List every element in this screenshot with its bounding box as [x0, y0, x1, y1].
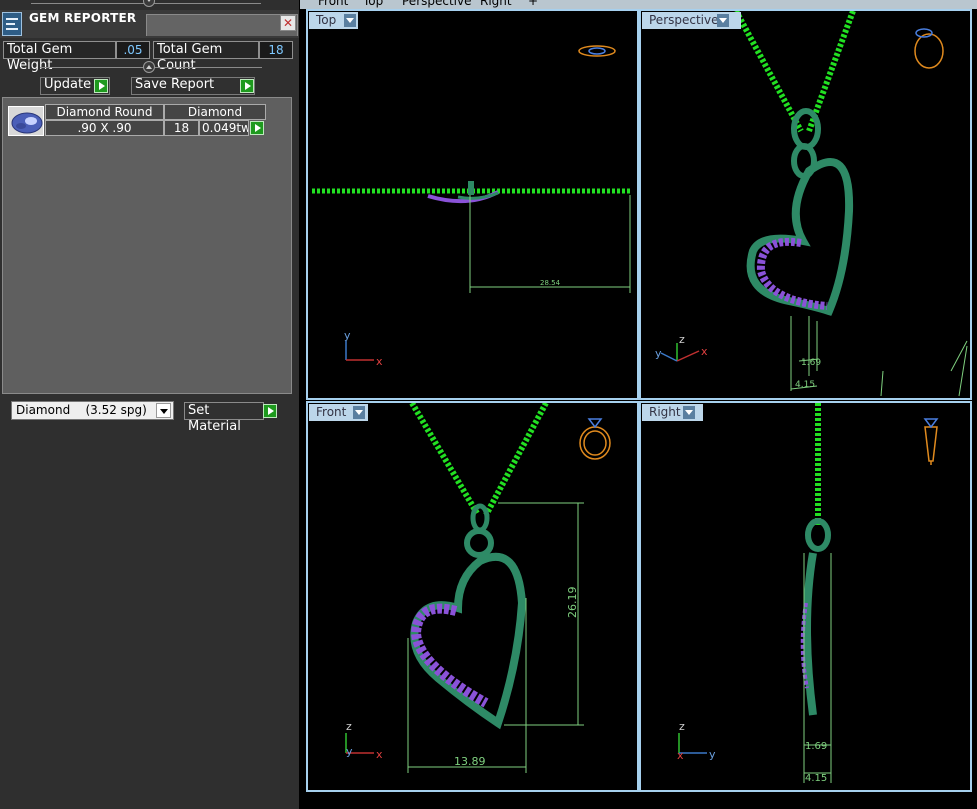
collapse-middle-knob[interactable] — [143, 61, 155, 73]
viewport-top-menu-icon[interactable] — [344, 14, 356, 27]
gem-reporter-icon — [2, 12, 22, 36]
viewport-perspective-menu-icon[interactable] — [717, 14, 729, 27]
right-axes-gizmo: z x y — [677, 720, 716, 762]
svg-text:y: y — [709, 748, 716, 761]
front-axes-gizmo: z y x — [345, 720, 383, 761]
perspective-chain-left — [733, 11, 804, 133]
front-chain-left — [409, 403, 481, 517]
perspective-dimension-a: 1.69 — [801, 358, 821, 368]
tab-front[interactable]: Front — [318, 0, 348, 8]
perspective-dimension-lines — [790, 316, 968, 397]
right-pendant — [803, 552, 817, 716]
total-gem-weight-value: .05 — [116, 41, 150, 59]
front-dimension-lines — [407, 502, 584, 773]
set-material-label: Set Material — [188, 403, 241, 434]
svg-text:z: z — [346, 720, 352, 733]
chevron-down-icon[interactable] — [156, 403, 171, 418]
top-axes-gizmo: y x — [344, 329, 383, 368]
perspective-dimension-b: 4.15 — [795, 380, 815, 390]
add-tab-icon[interactable]: + — [528, 0, 538, 8]
tab-perspective[interactable]: Perspective — [402, 0, 472, 8]
top-dimension-text: 28.54 — [540, 279, 561, 287]
set-material-run-icon[interactable] — [263, 404, 277, 418]
panel-title: GEM REPORTER — [29, 11, 137, 25]
gem-weight-cell: 0.049tw — [199, 120, 249, 136]
viewport-right[interactable]: 1.69 4.15 z x y Right — [639, 401, 972, 792]
update-button-label: Update — [44, 77, 92, 92]
svg-text:y: y — [344, 329, 351, 342]
svg-text:x: x — [376, 355, 383, 368]
total-gem-count-label: Total Gem Count — [153, 41, 259, 73]
ring-front-icon — [579, 418, 611, 460]
save-report-label: Save Report — [135, 77, 215, 92]
svg-text:y: y — [655, 347, 662, 360]
viewport-front[interactable]: 26.19 13.89 z y x Front — [306, 401, 639, 792]
set-material-button[interactable]: Set Material — [184, 402, 264, 434]
tab-top[interactable]: Top — [363, 0, 383, 8]
diamond-round-thumbnail[interactable] — [8, 106, 44, 136]
svg-text:x: x — [701, 345, 708, 358]
viewport-tab-strip: Front Top Perspective Right + — [300, 0, 977, 9]
perspective-axes-gizmo: z y x — [655, 333, 708, 362]
material-select-value: Diamond (3.52 spg) — [16, 403, 147, 417]
total-gem-count-value: 18 — [259, 41, 293, 59]
front-chain-right — [483, 403, 549, 517]
total-gem-weight-label: Total Gem Weight — [3, 41, 116, 73]
right-dimension-a: 1.69 — [805, 741, 827, 752]
gem-size-cell: .90 X .90 — [45, 120, 164, 136]
svg-text:x: x — [677, 749, 684, 762]
panel-tab — [146, 14, 298, 36]
svg-text:y: y — [346, 745, 353, 758]
right-dimension-b: 4.15 — [805, 773, 827, 784]
gem-shape-header: Diamond Round — [45, 104, 164, 120]
viewport-top[interactable]: 28.54 y x Top — [306, 9, 639, 400]
ring-top-icon — [578, 45, 616, 57]
update-run-icon[interactable] — [94, 79, 108, 93]
gem-material-header: Diamond — [164, 104, 266, 120]
tab-right[interactable]: Right — [480, 0, 512, 8]
ring-perspective-icon — [914, 28, 944, 69]
save-report-run-icon[interactable] — [240, 79, 254, 93]
viewport-right-menu-icon[interactable] — [683, 406, 695, 419]
close-icon[interactable]: ✕ — [280, 15, 296, 31]
viewport-front-menu-icon[interactable] — [353, 406, 365, 419]
svg-text:x: x — [376, 748, 383, 761]
material-select[interactable]: Diamond (3.52 spg) — [11, 401, 174, 420]
gem-count-cell: 18 — [164, 120, 199, 136]
front-dimension-height: 26.19 — [566, 587, 579, 619]
viewport-perspective[interactable]: 1.69 4.15 z y x Perspective — [639, 9, 972, 400]
front-heart — [410, 552, 527, 730]
front-dimension-width: 13.89 — [454, 755, 486, 768]
gem-list — [2, 97, 292, 394]
perspective-heart — [746, 158, 854, 316]
svg-text:z: z — [679, 333, 685, 346]
svg-text:z: z — [679, 720, 685, 733]
gem-row-run-icon[interactable] — [250, 121, 264, 135]
ring-right-icon — [923, 418, 939, 465]
